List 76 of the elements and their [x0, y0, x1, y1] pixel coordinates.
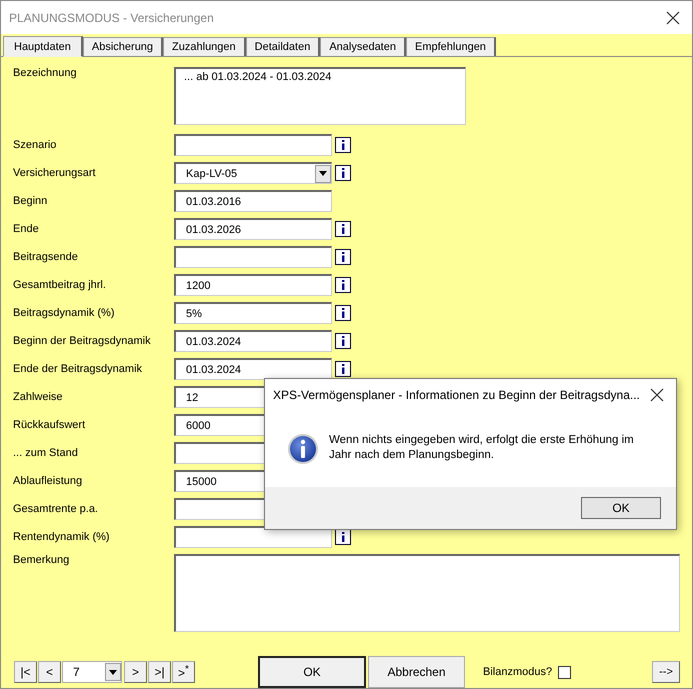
input-field[interactable]: ... ab 01.03.2024 - 01.03.2024 [174, 67, 466, 125]
previous-record-button[interactable]: < [38, 661, 61, 683]
input-field[interactable] [174, 526, 332, 548]
info-icon [340, 364, 346, 374]
dropdown-field[interactable]: Kap-LV-05 [174, 162, 332, 184]
dialog-message: Wenn nichts eingegeben wird, erfolgt die erste Erhöhung im Jahr nach dem Planungsbeginn. [329, 433, 635, 463]
info-icon [340, 252, 346, 262]
field-label: Ablaufleistung [13, 475, 84, 487]
field-label: Ende der Beitragsdynamik [13, 363, 144, 375]
info-icon [340, 336, 346, 346]
field-label: Rentendynamik (%) [13, 531, 111, 543]
field-label: Gesamtrente p.a. [13, 503, 99, 515]
info-button[interactable] [335, 529, 351, 545]
first-record-button[interactable]: |< [14, 661, 37, 683]
record-dropdown[interactable]: 7 [62, 661, 122, 683]
input-field[interactable] [174, 554, 680, 632]
field-label: Beitragsende [13, 251, 79, 263]
window-title: PLANUNGSMODUS - Versicherungen [9, 10, 214, 24]
forward-button[interactable]: --> [652, 661, 680, 683]
info-icon [340, 308, 346, 318]
input-field[interactable]: 01.03.2024 [174, 330, 332, 352]
input-field[interactable] [174, 134, 332, 156]
close-button[interactable] [666, 10, 680, 24]
info-icon [340, 532, 346, 542]
tab[interactable]: Detaildaten [246, 37, 320, 56]
field-label: Bezeichnung [13, 67, 78, 79]
dropdown-button[interactable] [105, 663, 121, 681]
field-label: Versicherungsart [13, 167, 97, 179]
info-button[interactable] [335, 361, 351, 377]
input-field[interactable] [174, 246, 332, 268]
field-label: Szenario [13, 139, 58, 151]
tab[interactable]: Absicherung [82, 37, 164, 56]
info-icon [340, 140, 346, 150]
info-button[interactable] [335, 165, 351, 181]
field-label: Beginn der Beitragsdynamik [13, 335, 152, 347]
new-record-button[interactable]: >$^{*}$ [172, 661, 195, 683]
input-field[interactable]: 01.03.2024 [174, 358, 332, 380]
last-record-button[interactable]: >| [148, 661, 171, 683]
info-button[interactable] [335, 249, 351, 265]
field-label: Beitragsdynamik (%) [13, 307, 116, 319]
info-button[interactable] [335, 221, 351, 237]
tab[interactable]: Empfehlungen [406, 37, 496, 56]
close-button[interactable] [650, 388, 664, 402]
tab[interactable]: Zuzahlungen [163, 37, 246, 56]
field-label: Ende [13, 223, 40, 235]
info-button[interactable] [335, 333, 351, 349]
close-icon [650, 388, 664, 402]
input-field[interactable]: 5% [174, 302, 332, 324]
information-icon [287, 433, 319, 465]
input-field[interactable]: 01.03.2016 [174, 190, 332, 212]
field-label: ... zum Stand [13, 447, 79, 459]
info-icon [340, 224, 346, 234]
info-button[interactable] [335, 137, 351, 153]
tab[interactable]: Hauptdaten [3, 36, 83, 57]
field-label: Rückkaufswert [13, 419, 86, 431]
input-field[interactable]: 1200 [174, 274, 332, 296]
ok-button[interactable]: OK [258, 656, 366, 688]
info-icon [340, 168, 346, 178]
field-label: Beginn [13, 195, 48, 207]
close-icon [666, 10, 680, 24]
checkbox-label: Bilanzmodus? [483, 666, 552, 678]
input-field[interactable]: 01.03.2026 [174, 218, 332, 240]
info-button[interactable] [335, 277, 351, 293]
tab[interactable]: Analysedaten [320, 37, 406, 56]
field-label: Gesamtbeitrag jhrl. [13, 279, 107, 291]
dropdown-button[interactable] [315, 164, 331, 182]
cancel-button[interactable]: Abbrechen [368, 656, 465, 688]
info-icon [340, 280, 346, 290]
checkbox[interactable] [558, 666, 572, 678]
next-record-button[interactable]: > [124, 661, 147, 683]
field-label: Zahlweise [13, 391, 64, 403]
ok-button[interactable]: OK [581, 497, 661, 519]
field-label: Bemerkung [13, 554, 70, 566]
caret-icon [109, 670, 117, 674]
info-button[interactable] [335, 305, 351, 321]
caret-icon [319, 171, 327, 176]
